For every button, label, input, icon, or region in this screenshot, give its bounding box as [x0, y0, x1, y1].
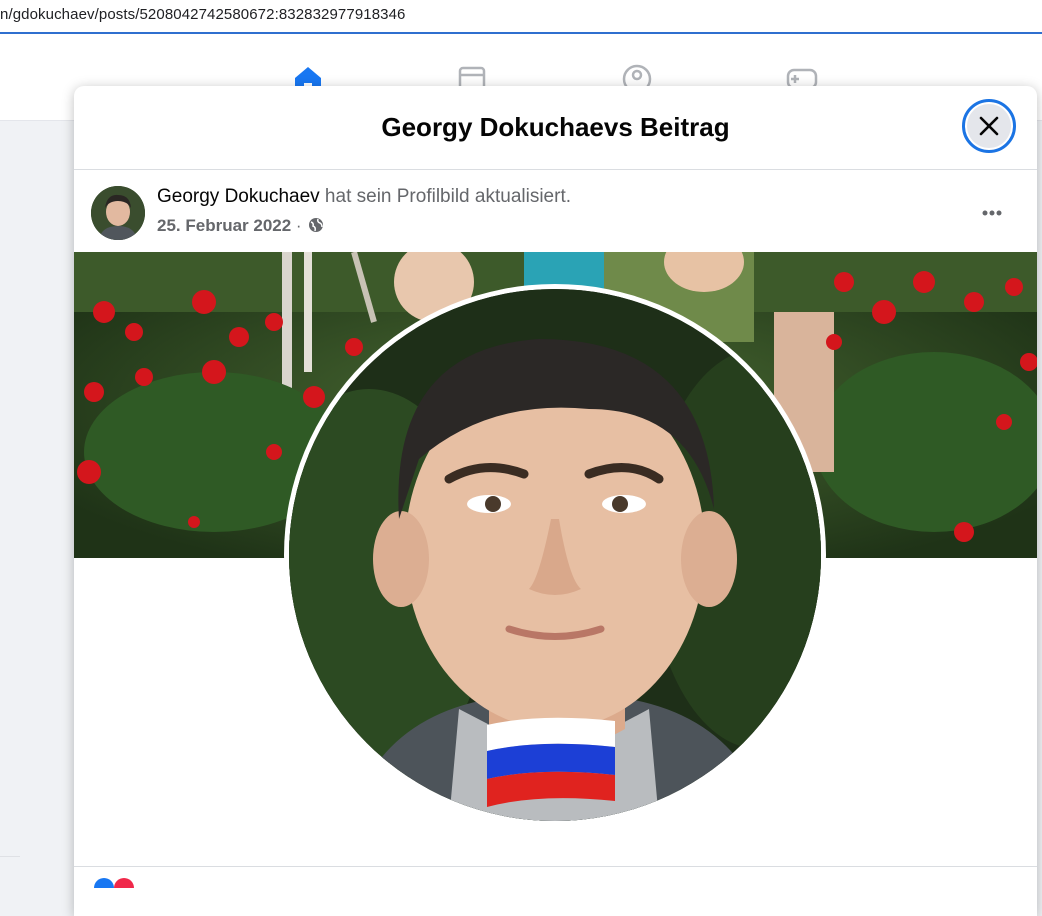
- author-name-link[interactable]: Georgy Dokuchaev: [157, 186, 320, 207]
- divider: [0, 856, 20, 857]
- reactions-icon[interactable]: [90, 876, 150, 888]
- close-icon: [979, 116, 999, 136]
- url-text: n/gdokuchaev/posts/5208042742580672:8328…: [0, 6, 406, 23]
- more-options-icon[interactable]: [974, 198, 1010, 228]
- avatar-image: [91, 186, 145, 240]
- meta-separator: ·: [291, 216, 307, 235]
- dialog-title: Georgy Dokuchaevs Beitrag: [381, 112, 730, 142]
- post-dialog: Georgy Dokuchaevs Beitrag Georgy Dokucha…: [74, 86, 1037, 916]
- post-author-line: Georgy Dokuchaev hat sein Profilbild akt…: [157, 186, 571, 208]
- profile-picture-frame[interactable]: [284, 284, 826, 826]
- post-meta: 25. Februar 2022 ·: [157, 216, 324, 236]
- flag-icon: [487, 717, 615, 807]
- profile-picture: [289, 289, 821, 821]
- globe-icon[interactable]: [308, 217, 324, 233]
- post-header: Georgy Dokuchaev hat sein Profilbild akt…: [74, 170, 1037, 252]
- profile-image: [289, 289, 821, 821]
- browser-address-bar[interactable]: n/gdokuchaev/posts/5208042742580672:8328…: [0, 0, 1042, 34]
- divider: [74, 866, 1037, 867]
- post-date-link[interactable]: 25. Februar 2022: [157, 216, 291, 235]
- close-button[interactable]: [962, 99, 1016, 153]
- author-avatar[interactable]: [91, 186, 145, 240]
- dialog-header: Georgy Dokuchaevs Beitrag: [74, 86, 1037, 170]
- left-sidebar: [0, 121, 75, 891]
- post-action-text: hat sein Profilbild aktualisiert.: [319, 186, 571, 207]
